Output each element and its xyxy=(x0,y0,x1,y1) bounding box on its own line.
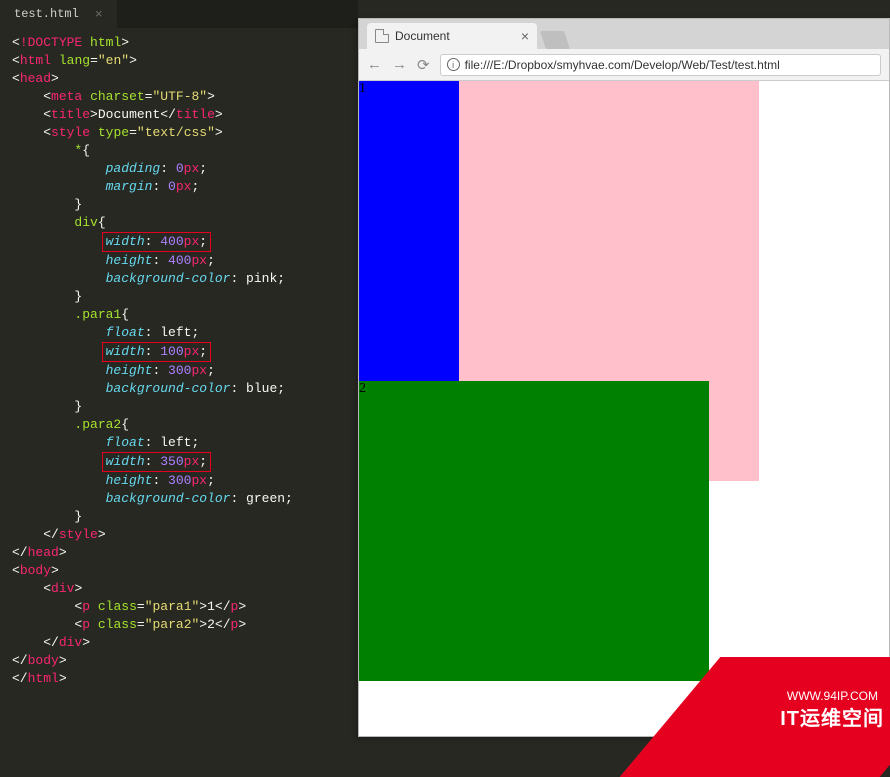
watermark-title: IT运维空间 xyxy=(780,702,884,731)
code-line: width: 350px; xyxy=(12,452,346,472)
code-line: <!DOCTYPE html> xyxy=(12,34,346,52)
code-line: <meta charset="UTF-8"> xyxy=(12,88,346,106)
back-icon[interactable]: ← xyxy=(367,56,382,73)
code-line: height: 300px; xyxy=(12,362,346,380)
editor-tab-bar: test.html × xyxy=(0,0,358,28)
code-line: width: 100px; xyxy=(12,342,346,362)
rendered-para2: 2 xyxy=(359,381,709,681)
code-line: <p class="para2">2</p> xyxy=(12,616,346,634)
code-line: <title>Document</title> xyxy=(12,106,346,124)
code-line: } xyxy=(12,398,346,416)
close-icon[interactable]: × xyxy=(521,28,529,44)
code-line: div{ xyxy=(12,214,346,232)
url-text: file:///E:/Dropbox/smyhvae.com/Develop/W… xyxy=(465,58,780,72)
code-line: margin: 0px; xyxy=(12,178,346,196)
browser-tab[interactable]: Document × xyxy=(367,23,537,49)
url-input[interactable]: i file:///E:/Dropbox/smyhvae.com/Develop… xyxy=(440,54,881,76)
code-line: <style type="text/css"> xyxy=(12,124,346,142)
watermark-url: WWW.94IP.COM xyxy=(787,689,878,703)
info-icon[interactable]: i xyxy=(447,58,460,71)
code-area[interactable]: <!DOCTYPE html><html lang="en"><head> <m… xyxy=(0,28,358,694)
code-line: } xyxy=(12,288,346,306)
code-line: </head> xyxy=(12,544,346,562)
code-line: </style> xyxy=(12,526,346,544)
address-bar: ← → ⟳ i file:///E:/Dropbox/smyhvae.com/D… xyxy=(359,49,889,81)
code-line: height: 400px; xyxy=(12,252,346,270)
code-line: background-color: pink; xyxy=(12,270,346,288)
code-line: <html lang="en"> xyxy=(12,52,346,70)
code-line: } xyxy=(12,508,346,526)
code-line: float: left; xyxy=(12,324,346,342)
forward-icon[interactable]: → xyxy=(392,56,407,73)
close-icon[interactable]: × xyxy=(95,7,103,22)
browser-tab-strip: Document × xyxy=(359,19,889,49)
editor-tab-label: test.html xyxy=(14,7,79,21)
code-line: padding: 0px; xyxy=(12,160,346,178)
code-line: background-color: green; xyxy=(12,490,346,508)
code-line: <head> xyxy=(12,70,346,88)
browser-window: Document × ← → ⟳ i file:///E:/Dropbox/sm… xyxy=(358,18,890,737)
code-line: float: left; xyxy=(12,434,346,452)
page-viewport: 1 2 xyxy=(359,81,889,736)
code-line: <body> xyxy=(12,562,346,580)
rendered-para1: 1 xyxy=(359,81,459,381)
code-line: height: 300px; xyxy=(12,472,346,490)
editor-tab[interactable]: test.html × xyxy=(0,0,117,28)
file-icon xyxy=(375,29,389,43)
code-editor-panel: test.html × <!DOCTYPE html><html lang="e… xyxy=(0,0,358,737)
code-line: <p class="para1">1</p> xyxy=(12,598,346,616)
code-line: } xyxy=(12,196,346,214)
code-line: background-color: blue; xyxy=(12,380,346,398)
code-line: </body> xyxy=(12,652,346,670)
code-line: </div> xyxy=(12,634,346,652)
code-line: .para1{ xyxy=(12,306,346,324)
code-line: width: 400px; xyxy=(12,232,346,252)
new-tab-button[interactable] xyxy=(540,31,570,49)
code-line: *{ xyxy=(12,142,346,160)
watermark: WWW.94IP.COM IT运维空间 xyxy=(680,647,890,737)
code-line: .para2{ xyxy=(12,416,346,434)
code-line: </html> xyxy=(12,670,346,688)
reload-icon[interactable]: ⟳ xyxy=(417,56,430,74)
code-line: <div> xyxy=(12,580,346,598)
browser-tab-title: Document xyxy=(395,29,450,43)
